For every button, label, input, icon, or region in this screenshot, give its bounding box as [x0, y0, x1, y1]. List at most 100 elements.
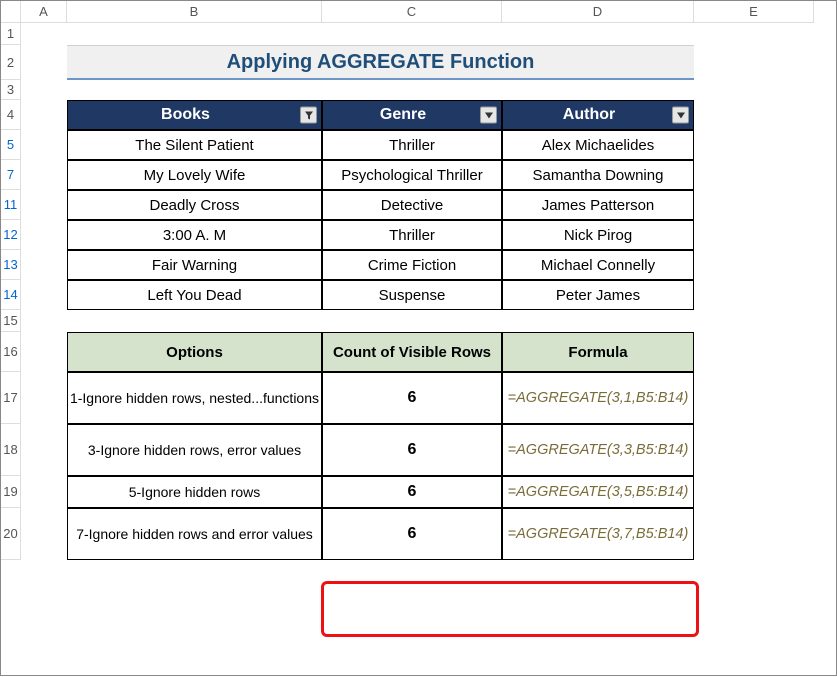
table2-header-count: Count of Visible Rows — [322, 332, 502, 372]
header-label: Books — [161, 106, 210, 124]
row-header-11[interactable]: 11 — [1, 190, 21, 220]
table-cell[interactable]: Suspense — [322, 280, 502, 310]
cell-E11[interactable] — [694, 190, 814, 220]
cell-A12[interactable] — [21, 220, 67, 250]
table-cell[interactable]: Deadly Cross — [67, 190, 322, 220]
table-cell[interactable]: Samantha Downing — [502, 160, 694, 190]
row-header-14[interactable]: 14 — [1, 280, 21, 310]
cell-A5[interactable] — [21, 130, 67, 160]
table-cell[interactable]: The Silent Patient — [67, 130, 322, 160]
cell-A16[interactable] — [21, 332, 67, 372]
cell-E2[interactable] — [694, 45, 814, 80]
cell-E12[interactable] — [694, 220, 814, 250]
cell-A13[interactable] — [21, 250, 67, 280]
table1-header-genre: Genre — [322, 100, 502, 130]
col-header-D[interactable]: D — [502, 1, 694, 23]
cell-A14[interactable] — [21, 280, 67, 310]
header-label: Genre — [380, 106, 426, 124]
row-header-4[interactable]: 4 — [1, 100, 21, 130]
table-cell[interactable]: Alex Michaelides — [502, 130, 694, 160]
table-cell[interactable]: Detective — [322, 190, 502, 220]
row-header-12[interactable]: 12 — [1, 220, 21, 250]
page-title: Applying AGGREGATE Function — [67, 45, 694, 80]
formula-cell[interactable]: =AGGREGATE(3,5,B5:B14) — [502, 476, 694, 508]
cell-E19[interactable] — [694, 476, 814, 508]
row-header-2[interactable]: 2 — [1, 45, 21, 80]
col-header-E[interactable]: E — [694, 1, 814, 23]
table-cell[interactable]: Nick Pirog — [502, 220, 694, 250]
table1-header-books: Books — [67, 100, 322, 130]
table-cell[interactable]: 5-Ignore hidden rows — [67, 476, 322, 508]
cell-A11[interactable] — [21, 190, 67, 220]
table-cell[interactable]: 6 — [322, 508, 502, 560]
highlight-annotation — [321, 581, 699, 637]
row-header-7[interactable]: 7 — [1, 160, 21, 190]
row-header-13[interactable]: 13 — [1, 250, 21, 280]
cell-A19[interactable] — [21, 476, 67, 508]
cell-E15[interactable] — [694, 310, 814, 332]
table-cell[interactable]: Thriller — [322, 130, 502, 160]
table-cell[interactable]: Peter James — [502, 280, 694, 310]
cell-E14[interactable] — [694, 280, 814, 310]
cell-E3[interactable] — [694, 80, 814, 100]
formula-cell[interactable]: =AGGREGATE(3,1,B5:B14) — [502, 372, 694, 424]
cell-E5[interactable] — [694, 130, 814, 160]
table-cell[interactable]: Michael Connelly — [502, 250, 694, 280]
row-header-15[interactable]: 15 — [1, 310, 21, 332]
table-cell[interactable]: 6 — [322, 424, 502, 476]
cell-B1[interactable] — [67, 23, 694, 45]
col-header-C[interactable]: C — [322, 1, 502, 23]
row-header-3[interactable]: 3 — [1, 80, 21, 100]
header-label: Author — [563, 106, 615, 124]
row-header-1[interactable]: 1 — [1, 23, 21, 45]
cell-E1[interactable] — [694, 23, 814, 45]
cell-E7[interactable] — [694, 160, 814, 190]
formula-cell[interactable]: =AGGREGATE(3,3,B5:B14) — [502, 424, 694, 476]
table-cell[interactable]: My Lovely Wife — [67, 160, 322, 190]
table-cell[interactable]: Thriller — [322, 220, 502, 250]
cell-E18[interactable] — [694, 424, 814, 476]
row-header-16[interactable]: 16 — [1, 332, 21, 372]
cell-A2[interactable] — [21, 45, 67, 80]
row-header-5[interactable]: 5 — [1, 130, 21, 160]
table-cell[interactable]: Psychological Thriller — [322, 160, 502, 190]
table-cell[interactable]: 1-Ignore hidden rows, nested...functions — [67, 372, 322, 424]
cell-A20[interactable] — [21, 508, 67, 560]
col-header-A[interactable]: A — [21, 1, 67, 23]
cell-A1[interactable] — [21, 23, 67, 45]
cell-B15[interactable] — [67, 310, 694, 332]
cell-E17[interactable] — [694, 372, 814, 424]
cell-A15[interactable] — [21, 310, 67, 332]
table-cell[interactable]: Crime Fiction — [322, 250, 502, 280]
table-cell[interactable]: 3:00 A. M — [67, 220, 322, 250]
cell-E20[interactable] — [694, 508, 814, 560]
cell-E16[interactable] — [694, 332, 814, 372]
table-cell[interactable]: Left You Dead — [67, 280, 322, 310]
cell-A4[interactable] — [21, 100, 67, 130]
table-cell[interactable]: 3-Ignore hidden rows, error values — [67, 424, 322, 476]
cell-E13[interactable] — [694, 250, 814, 280]
table-cell[interactable]: 6 — [322, 476, 502, 508]
row-header-20[interactable]: 20 — [1, 508, 21, 560]
row-header-17[interactable]: 17 — [1, 372, 21, 424]
table2-header-formula: Formula — [502, 332, 694, 372]
cell-E4[interactable] — [694, 100, 814, 130]
cell-A7[interactable] — [21, 160, 67, 190]
filter-icon[interactable] — [300, 107, 317, 124]
dropdown-icon[interactable] — [672, 107, 689, 124]
table-cell[interactable]: 7-Ignore hidden rows and error values — [67, 508, 322, 560]
cell-A3[interactable] — [21, 80, 67, 100]
cell-B3[interactable] — [67, 80, 694, 100]
formula-cell[interactable]: =AGGREGATE(3,7,B5:B14) — [502, 508, 694, 560]
cell-A17[interactable] — [21, 372, 67, 424]
col-header-B[interactable]: B — [67, 1, 322, 23]
table-cell[interactable]: 6 — [322, 372, 502, 424]
dropdown-icon[interactable] — [480, 107, 497, 124]
select-all-corner[interactable] — [1, 1, 21, 23]
table-cell[interactable]: James Patterson — [502, 190, 694, 220]
row-header-19[interactable]: 19 — [1, 476, 21, 508]
table-cell[interactable]: Fair Warning — [67, 250, 322, 280]
cell-A18[interactable] — [21, 424, 67, 476]
table2-header-options: Options — [67, 332, 322, 372]
row-header-18[interactable]: 18 — [1, 424, 21, 476]
